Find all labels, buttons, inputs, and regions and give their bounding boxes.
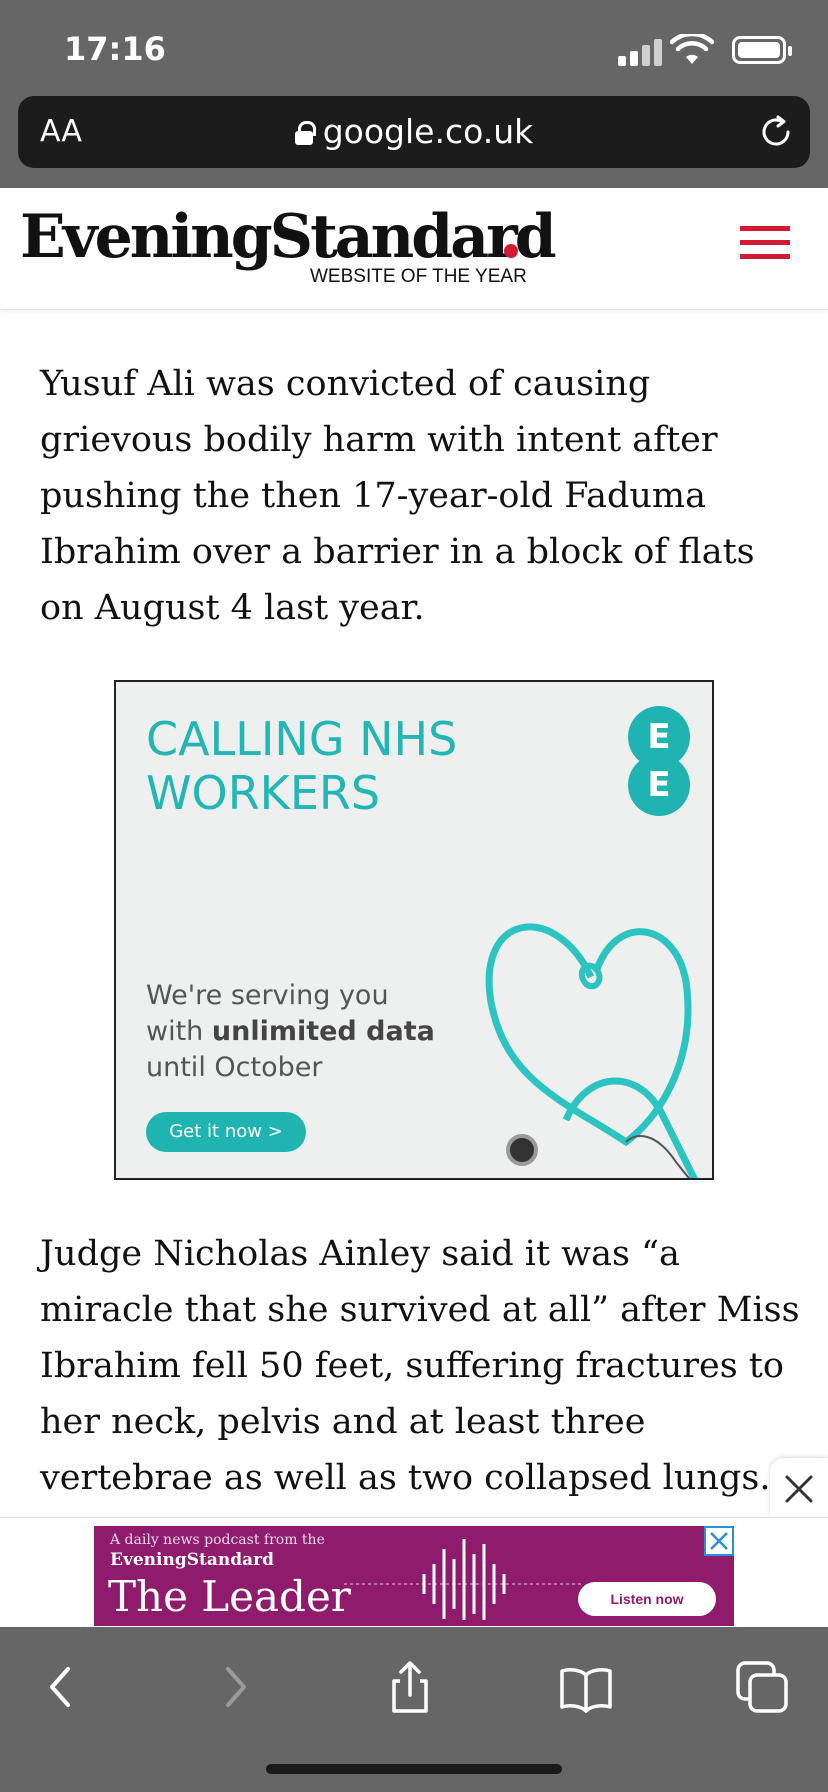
forward-icon[interactable] [204, 1657, 264, 1717]
site-tagline: WEBSITE OF THE YEAR [310, 266, 527, 287]
battery-icon [732, 36, 792, 64]
status-icons [618, 34, 798, 66]
home-indicator[interactable] [266, 1764, 562, 1774]
url-display[interactable]: google.co.uk [18, 112, 810, 151]
wifi-icon [670, 34, 714, 64]
browser-top-chrome: 17:16 AA google.co.uk [0, 0, 828, 188]
ee-logo-letter: E [628, 754, 690, 816]
ad-copy: We're serving you with unlimited data un… [146, 978, 435, 1086]
tabs-icon[interactable] [732, 1657, 792, 1717]
close-icon [710, 1532, 728, 1550]
status-time: 17:16 [64, 30, 166, 68]
ad-headline-line: WORKERS [146, 766, 381, 820]
sticky-ad-bar: A daily news podcast from the EveningSta… [0, 1517, 828, 1627]
bookmarks-icon[interactable] [556, 1657, 616, 1717]
logo-dot [504, 244, 518, 258]
stethoscope-heart-icon [485, 923, 698, 1178]
waveform-icon [344, 1539, 584, 1620]
ee-advert[interactable]: CALLING NHS WORKERS E E We're serving yo… [114, 680, 714, 1180]
url-text: google.co.uk [322, 112, 534, 151]
article-paragraph: Judge Nicholas Ainley said it was “a mir… [40, 1234, 800, 1498]
podcast-banner[interactable]: A daily news podcast from the EveningSta… [94, 1526, 734, 1626]
address-bar[interactable]: AA google.co.uk [18, 96, 810, 168]
ad-copy-line: until October [146, 1052, 323, 1083]
ee-logo: E E [628, 706, 690, 816]
close-sticky-ad-button[interactable] [770, 1458, 828, 1520]
podcast-brand: EveningStandard [110, 1550, 274, 1570]
close-icon [785, 1475, 813, 1503]
ad-copy-bold: unlimited data [211, 1016, 435, 1047]
site-header: EveningStandard WEBSITE OF THE YEAR [0, 188, 828, 310]
podcast-title: The Leader [108, 1572, 351, 1621]
ad-headline: CALLING NHS WORKERS [146, 712, 457, 820]
share-icon[interactable] [380, 1657, 440, 1717]
site-logo[interactable]: EveningStandard [20, 202, 557, 272]
podcast-close-button[interactable] [704, 1526, 734, 1556]
hamburger-menu-icon[interactable] [740, 226, 790, 262]
ad-copy-line: We're serving you [146, 980, 389, 1011]
ad-copy-prefix: with [146, 1016, 212, 1047]
article-paragraph: Yusuf Ali was convicted of causing griev… [40, 364, 755, 628]
lock-icon [294, 121, 316, 145]
ad-headline-line: CALLING NHS [146, 712, 458, 766]
reload-icon[interactable] [758, 114, 794, 150]
back-icon[interactable] [32, 1657, 92, 1717]
podcast-kicker: A daily news podcast from the [110, 1532, 325, 1548]
ad-copy-line: with unlimited data [146, 1014, 435, 1050]
ad-get-it-now-button[interactable]: Get it now > [146, 1112, 306, 1152]
listen-now-button[interactable]: Listen now [578, 1582, 716, 1616]
cellular-signal-icon [618, 38, 662, 66]
